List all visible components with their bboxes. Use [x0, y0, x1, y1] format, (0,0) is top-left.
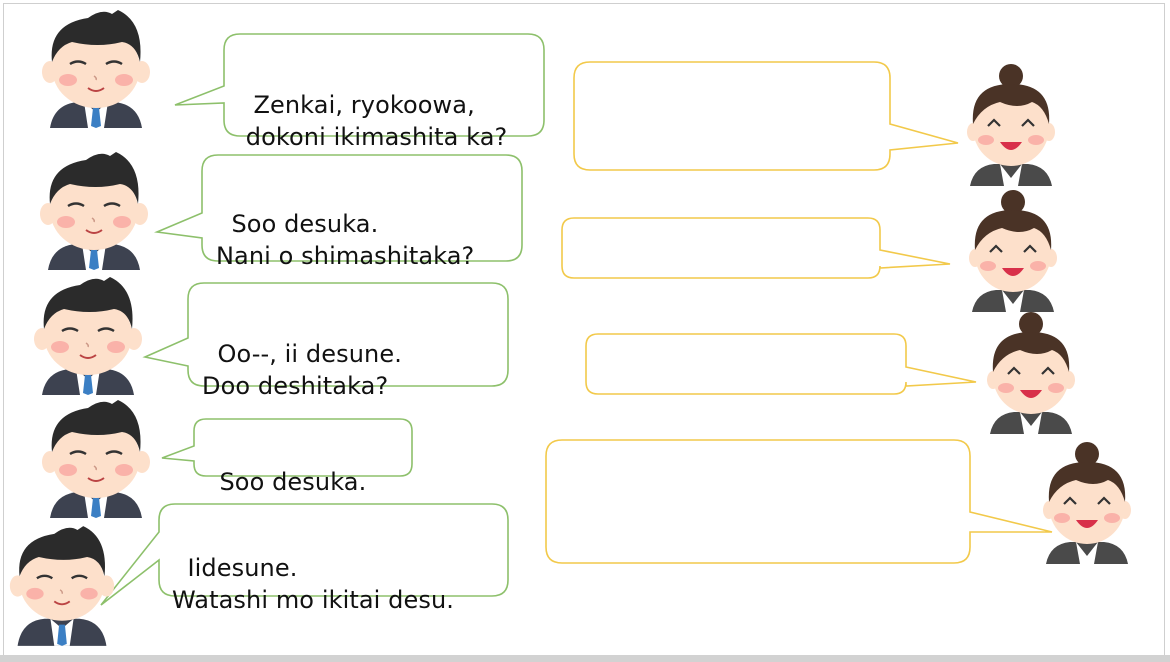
businesswoman-avatar-3	[987, 312, 1075, 434]
woman-speech-bubble-4	[545, 439, 1053, 564]
businesswoman-avatar-4	[1043, 442, 1131, 564]
man-line-5-b: Watashi mo ikitai desu.	[172, 586, 455, 614]
man-line-1-b: dokoni ikimashita ka?	[238, 123, 508, 151]
man-line-3-a: Oo--, ii desune.	[217, 340, 402, 368]
woman-speech-bubble-3	[585, 333, 977, 395]
businesswoman-avatar-2	[969, 190, 1057, 312]
woman-speech-bubble-2	[561, 217, 951, 279]
man-line-2-b: Nani o shimashitaka?	[216, 242, 475, 270]
man-line-1-a: Zenkai, ryokoowa,	[253, 91, 475, 119]
businessman-avatar-2	[40, 152, 148, 270]
man-line-5-a: Iidesune.	[187, 554, 298, 582]
man-line-3: Oo--, ii desune. Doo deshitaka?	[202, 306, 402, 402]
businessman-avatar-3	[34, 277, 142, 395]
man-line-3-b: Doo deshitaka?	[202, 372, 389, 400]
businessman-avatar-1	[42, 10, 150, 128]
businessman-avatar-4	[42, 400, 150, 518]
woman-speech-bubble-1	[573, 61, 959, 171]
man-line-4-a: Soo desuka.	[219, 468, 367, 496]
man-line-1: Zenkai, ryokoowa, dokoni ikimashita ka?	[238, 57, 508, 153]
man-line-2: Soo desuka. Nani o shimashitaka?	[216, 176, 474, 272]
businesswoman-avatar-1	[967, 64, 1055, 186]
man-line-2-a: Soo desuka.	[231, 210, 379, 238]
businessman-avatar-5	[9, 526, 115, 646]
man-line-5: Iidesune. Watashi mo ikitai desu.	[172, 520, 454, 616]
man-line-4: Soo desuka.	[204, 434, 366, 498]
